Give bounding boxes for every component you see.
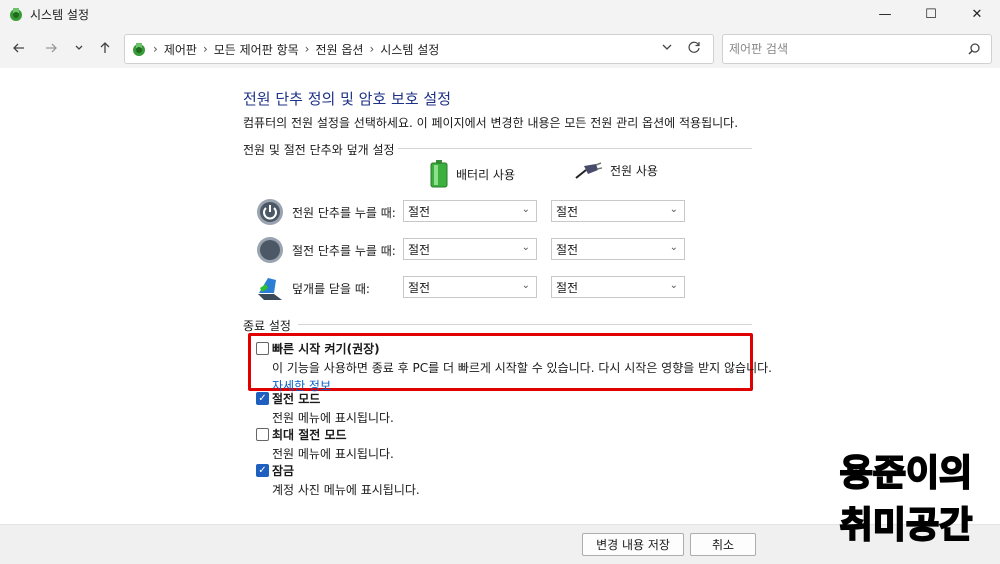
arrow-right-icon [46, 43, 57, 53]
option-name: 최대 절전 모드 [272, 428, 347, 442]
option-lock[interactable]: 잠금 계정 사진 메뉴에 표시됩니다. [256, 462, 420, 498]
column-label-plugged: 전원 사용 [610, 163, 658, 178]
chevron-down-icon: ⌄ [669, 204, 678, 215]
option-description: 전원 메뉴에 표시됩니다. [272, 411, 394, 425]
power-button-plugged-select[interactable]: 절전 ⌄ [551, 200, 685, 222]
breadcrumb-separator: › [369, 42, 375, 56]
lid-plugged-select[interactable]: 절전 ⌄ [551, 276, 685, 298]
setting-row-sleep-button: 절전 단추를 누를 때: 절전 ⌄ 절전 ⌄ [256, 236, 696, 264]
sleep-checkbox[interactable] [256, 392, 269, 405]
up-button[interactable] [94, 38, 116, 58]
cancel-button[interactable]: 취소 [690, 533, 756, 556]
divider [398, 148, 752, 149]
column-header-plugged: 전원 사용 [574, 160, 658, 180]
breadcrumb-power-options[interactable]: 전원 옵션 [315, 41, 363, 58]
title-bar: 시스템 설정 — ☐ ✕ [0, 0, 1000, 28]
lid-battery-select[interactable]: 절전 ⌄ [403, 276, 537, 298]
option-name: 잠금 [272, 464, 295, 478]
chevron-down-icon: ⌄ [669, 280, 678, 291]
option-description: 이 기능을 사용하면 종료 후 PC를 더 빠르게 시작할 수 있습니다. 다시… [272, 361, 772, 375]
setting-label: 덮개를 닫을 때: [292, 281, 370, 296]
sleep-button-battery-select[interactable]: 절전 ⌄ [403, 238, 537, 260]
chevron-down-icon: ⌄ [521, 204, 530, 215]
control-panel-icon [10, 8, 22, 21]
maximize-button[interactable]: ☐ [908, 0, 954, 28]
hibernate-checkbox[interactable] [256, 428, 269, 441]
option-name: 절전 모드 [272, 392, 321, 406]
option-name: 빠른 시작 켜기(권장) [272, 342, 380, 356]
chevron-down-icon [662, 44, 672, 50]
battery-icon [430, 160, 448, 188]
chevron-down-icon [75, 45, 83, 50]
recent-locations-button[interactable] [68, 38, 90, 58]
setting-row-lid: 덮개를 닫을 때: 절전 ⌄ 절전 ⌄ [256, 274, 696, 302]
control-panel-icon [133, 43, 145, 56]
select-value: 절전 [556, 280, 579, 295]
breadcrumb-all-items[interactable]: 모든 제어판 항목 [214, 41, 299, 58]
select-value: 절전 [408, 204, 431, 219]
search-box[interactable] [722, 34, 992, 64]
option-hibernate[interactable]: 최대 절전 모드 전원 메뉴에 표시됩니다. [256, 426, 394, 462]
sleep-button-icon [257, 237, 283, 263]
arrow-up-icon [100, 42, 110, 53]
breadcrumb-control-panel[interactable]: 제어판 [164, 41, 197, 58]
divider [298, 324, 752, 325]
refresh-button[interactable] [687, 40, 701, 58]
sleep-button-plugged-select[interactable]: 절전 ⌄ [551, 238, 685, 260]
chevron-down-icon: ⌄ [669, 242, 678, 253]
lock-checkbox[interactable] [256, 464, 269, 477]
section-title-buttons: 전원 및 절전 단추와 덮개 설정 [243, 143, 395, 157]
setting-label: 절전 단추를 누를 때: [292, 243, 396, 258]
select-value: 절전 [556, 242, 579, 257]
fast-startup-checkbox[interactable] [256, 342, 269, 355]
setting-row-power-button: 전원 단추를 누를 때: 절전 ⌄ 절전 ⌄ [256, 198, 696, 226]
search-icon[interactable] [967, 42, 981, 56]
search-input[interactable] [729, 42, 959, 56]
address-bar[interactable]: › 제어판 › 모든 제어판 항목 › 전원 옵션 › 시스템 설정 [124, 34, 714, 64]
option-sleep[interactable]: 절전 모드 전원 메뉴에 표시됩니다. [256, 390, 394, 426]
chevron-down-icon: ⌄ [521, 242, 530, 253]
column-label-battery: 배터리 사용 [456, 167, 516, 182]
navigation-bar: › 제어판 › 모든 제어판 항목 › 전원 옵션 › 시스템 설정 [0, 28, 1000, 68]
breadcrumb-separator: › [202, 42, 208, 56]
power-button-battery-select[interactable]: 절전 ⌄ [403, 200, 537, 222]
window-title: 시스템 설정 [30, 7, 90, 22]
watermark: 용준이의 취미공간 [826, 448, 986, 552]
power-plug-icon [575, 162, 602, 179]
minimize-button[interactable]: — [862, 0, 908, 28]
laptop-lid-icon [258, 278, 282, 300]
select-value: 절전 [408, 242, 431, 257]
option-fast-startup[interactable]: 빠른 시작 켜기(권장) 이 기능을 사용하면 종료 후 PC를 더 빠르게 시… [256, 340, 772, 394]
chevron-down-icon: ⌄ [521, 280, 530, 291]
page-title: 전원 단추 정의 및 암호 보호 설정 [243, 90, 452, 108]
forward-button[interactable] [40, 38, 62, 58]
watermark-line: 용준이의 [839, 452, 973, 495]
breadcrumb-system-settings[interactable]: 시스템 설정 [380, 41, 439, 58]
page-description: 컴퓨터의 전원 설정을 선택하세요. 이 페이지에서 변경한 내용은 모든 전원… [243, 116, 739, 130]
save-changes-button[interactable]: 변경 내용 저장 [582, 533, 684, 556]
breadcrumb-separator: › [153, 42, 158, 56]
section-title-shutdown: 종료 설정 [243, 319, 291, 333]
breadcrumb-separator: › [304, 42, 310, 56]
select-value: 절전 [408, 280, 431, 295]
setting-label: 전원 단추를 누를 때: [292, 205, 396, 220]
arrow-left-icon [13, 43, 24, 53]
refresh-icon [688, 41, 700, 53]
option-description: 전원 메뉴에 표시됩니다. [272, 447, 394, 461]
close-button[interactable]: ✕ [954, 0, 1000, 28]
select-value: 절전 [556, 204, 579, 219]
power-button-icon [257, 199, 283, 225]
back-button[interactable] [8, 38, 30, 58]
watermark-line: 취미공간 [839, 504, 973, 547]
option-description: 계정 사진 메뉴에 표시됩니다. [272, 483, 420, 497]
address-dropdown-button[interactable] [661, 41, 673, 56]
column-header-battery: 배터리 사용 [430, 160, 515, 188]
